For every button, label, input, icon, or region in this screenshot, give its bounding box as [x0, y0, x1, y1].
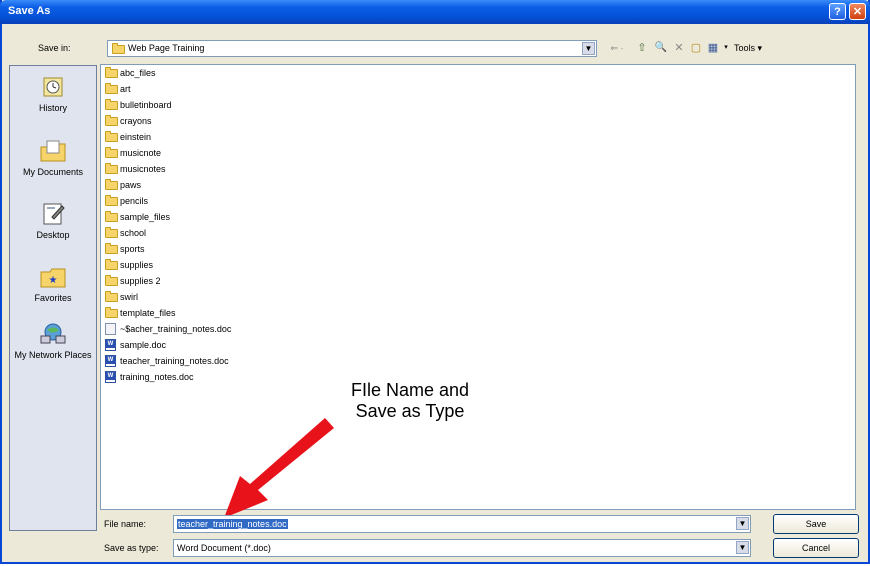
cancel-button[interactable]: Cancel	[773, 538, 859, 558]
tools-menu[interactable]: Tools ▾	[734, 41, 778, 55]
place-label: My Network Places	[14, 350, 92, 360]
views-dropdown-icon[interactable]: ▾	[720, 41, 732, 55]
word-document-icon	[105, 339, 116, 351]
annotation-line-1: FIle Name and	[350, 380, 470, 400]
save-in-dropdown[interactable]: Web Page Training ▼	[107, 40, 597, 57]
my-documents-icon	[38, 138, 68, 164]
folder-icon	[105, 211, 118, 222]
network-places-icon	[38, 321, 68, 347]
folder-icon	[105, 147, 118, 158]
place-label: My Documents	[22, 167, 84, 177]
window-title: Save As	[8, 5, 51, 17]
place-label: Favorites	[34, 293, 72, 303]
place-desktop[interactable]: Desktop	[10, 201, 96, 241]
red-arrow-icon	[224, 418, 334, 518]
delete-button[interactable]: ✕	[672, 41, 686, 55]
place-label: History	[38, 103, 67, 113]
help-button[interactable]: ?	[829, 3, 846, 20]
folder-icon	[105, 243, 118, 254]
new-folder-button[interactable]: ▢	[689, 41, 703, 55]
folder-icon	[105, 195, 118, 206]
save-as-type-dropdown[interactable]: Word Document (*.doc) ▼	[173, 539, 751, 557]
place-network[interactable]: My Network Places	[10, 321, 96, 361]
chevron-down-icon[interactable]: ▼	[736, 517, 749, 530]
close-button[interactable]: ✕	[849, 3, 866, 20]
folder-icon	[105, 67, 118, 78]
chevron-down-icon[interactable]: ▼	[736, 541, 749, 554]
folder-icon	[105, 227, 118, 238]
place-favorites[interactable]: ★ Favorites	[10, 264, 96, 304]
save-as-type-label: Save as type:	[104, 543, 159, 553]
folder-icon	[105, 179, 118, 190]
folder-icon	[112, 43, 125, 54]
svg-text:★: ★	[49, 275, 58, 286]
annotation-text: FIle Name and Save as Type	[320, 380, 500, 422]
word-document-icon	[105, 371, 116, 383]
folder-icon	[105, 99, 118, 110]
folder-icon	[105, 131, 118, 142]
up-folder-button[interactable]: ⇧	[635, 41, 649, 55]
annotation-line-2: Save as Type	[355, 401, 465, 421]
chevron-down-icon[interactable]: ▼	[582, 42, 595, 55]
folder-icon	[105, 83, 118, 94]
place-my-documents[interactable]: My Documents	[10, 138, 96, 178]
folder-icon	[105, 259, 118, 270]
folder-icon	[105, 307, 118, 318]
save-button[interactable]: Save	[773, 514, 859, 534]
favorites-icon: ★	[38, 264, 68, 290]
file-name-field[interactable]: teacher_training_notes.doc ▼	[173, 515, 751, 533]
word-document-icon	[105, 355, 116, 367]
place-label: Desktop	[36, 230, 70, 240]
folder-icon	[105, 291, 118, 302]
desktop-icon	[38, 201, 68, 227]
place-history[interactable]: History	[10, 74, 96, 114]
views-button[interactable]: ▦	[706, 41, 720, 55]
save-as-type-value: Word Document (*.doc)	[177, 543, 271, 553]
places-bar: History My Documents Desktop ★ Favorites…	[9, 65, 97, 531]
back-button[interactable]: ⇐ ·	[602, 41, 632, 55]
temp-file-icon	[105, 323, 116, 335]
file-name-value: teacher_training_notes.doc	[177, 519, 288, 529]
save-in-label: Save in:	[38, 43, 71, 53]
save-in-value: Web Page Training	[128, 43, 205, 53]
folder-icon	[105, 163, 118, 174]
search-web-button[interactable]: 🔍	[654, 41, 668, 55]
history-icon	[38, 74, 68, 100]
folder-icon	[105, 115, 118, 126]
folder-icon	[105, 275, 118, 286]
file-name-label: File name:	[104, 519, 147, 529]
title-bar[interactable]: Save As ? ✕	[0, 0, 870, 24]
